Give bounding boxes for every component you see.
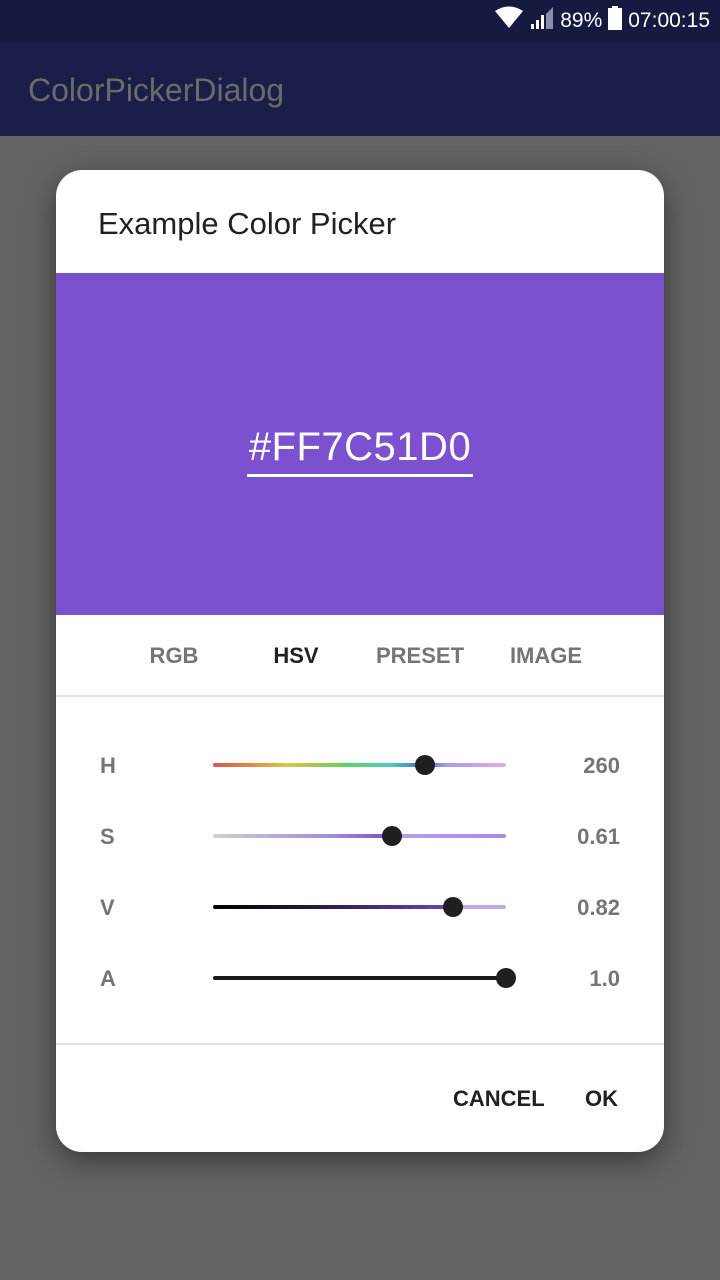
saturation-slider-track[interactable] [213,834,506,838]
slider-row-saturation: S 0.61 [56,816,664,856]
slider-row-hue: H 260 [56,745,664,785]
color-preview: #FF7C51D0 [56,273,664,615]
app-title: ColorPickerDialog [28,72,285,108]
tab-hsv[interactable]: HSV [273,643,318,669]
slider-row-alpha: A 1.0 [56,958,664,998]
hex-input[interactable]: #FF7C51D0 [246,425,474,477]
hue-label: H [100,753,116,778]
saturation-slider-thumb[interactable] [381,826,402,846]
tab-rgb[interactable]: RGB [150,643,199,669]
value-slider-thumb[interactable] [443,897,464,917]
value-value: 0.82 [577,895,620,920]
dialog-title: Example Color Picker [98,206,397,241]
cancel-button[interactable]: CANCEL [453,1086,545,1112]
alpha-slider-thumb[interactable] [496,968,516,988]
alpha-slider-track[interactable] [213,976,506,980]
mode-tabs: RGB HSV PRESET IMAGE [56,615,664,697]
alpha-label: A [100,966,116,991]
tab-image[interactable]: IMAGE [510,643,582,669]
color-picker-dialog: Example Color Picker #FF7C51D0 RGB HSV P… [56,170,664,1152]
status-bar: 89% 07:00:15 [0,0,720,42]
value-label: V [100,895,115,920]
hue-value: 260 [583,753,620,778]
hue-slider-thumb[interactable] [414,755,435,775]
alpha-value: 1.0 [589,966,620,991]
battery-percent: 89% [560,9,603,32]
hue-slider-track[interactable] [213,763,506,767]
slider-row-value: V 0.82 [56,887,664,927]
footer-divider [56,1043,664,1045]
saturation-value: 0.61 [577,824,620,849]
ok-button[interactable]: OK [585,1086,618,1112]
app-bar: ColorPickerDialog [0,42,720,136]
wifi-icon [494,6,524,36]
tab-preset[interactable]: PRESET [376,643,464,669]
battery-icon [608,6,623,36]
saturation-label: S [100,824,115,849]
cellular-signal-icon [530,6,554,36]
clock: 07:00:15 [628,9,710,32]
